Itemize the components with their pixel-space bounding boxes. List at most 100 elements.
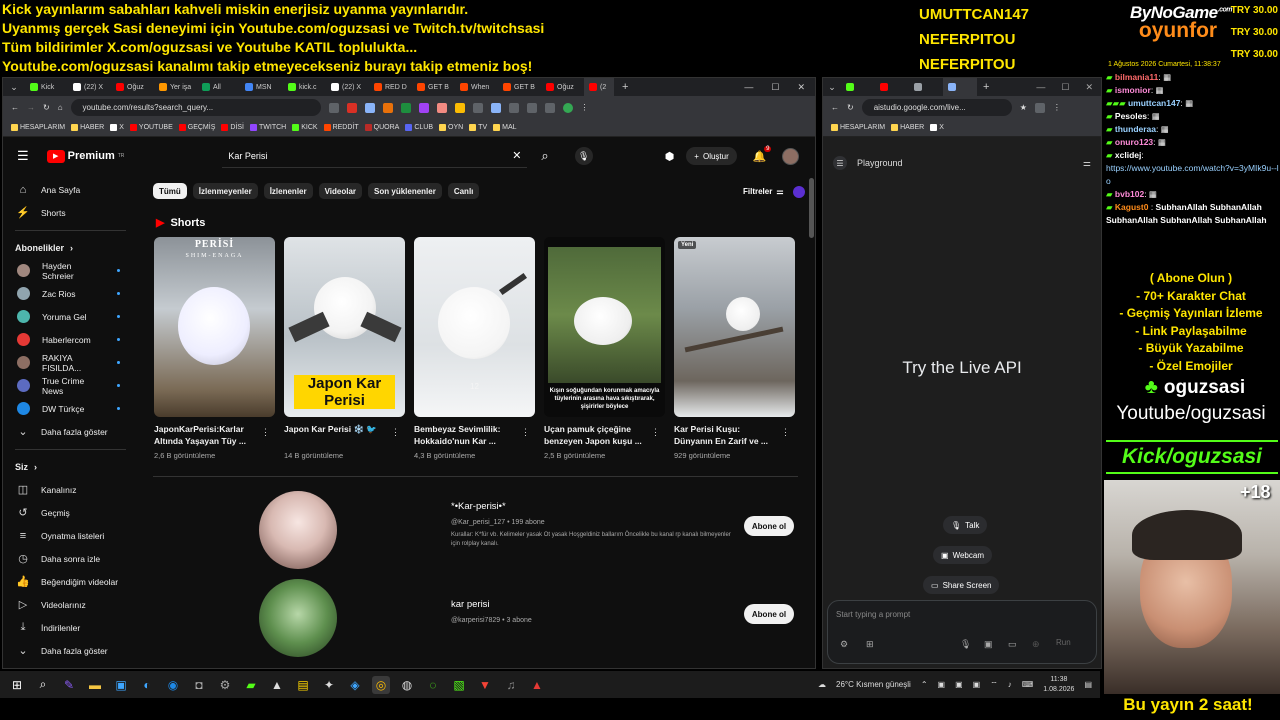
more-options-icon[interactable]: ⋮ xyxy=(521,427,530,438)
sidebar-sub-item[interactable]: RAKIYA FISILDA... xyxy=(3,351,138,374)
channel-result[interactable]: kar perisi @karperisi7829 • 3 abone Abon… xyxy=(153,579,798,667)
extension-icon[interactable] xyxy=(400,102,411,113)
channel-name[interactable]: kar perisi xyxy=(451,599,490,610)
channel-avatar[interactable] xyxy=(259,579,337,657)
vpn-app-icon[interactable]: ◈ xyxy=(346,676,364,694)
windows-start-icon[interactable]: ⊞ xyxy=(8,676,26,694)
browser-tab[interactable]: Kick xyxy=(25,78,68,96)
reload-icon[interactable]: ↻ xyxy=(847,103,854,112)
assistant-icon[interactable] xyxy=(793,186,805,198)
channel-name[interactable]: *•Kar-perisi•* xyxy=(451,501,506,512)
maximize-icon[interactable]: ☐ xyxy=(1061,82,1069,93)
profile-avatar-icon[interactable] xyxy=(562,102,573,113)
camera-app-icon[interactable]: ◘ xyxy=(190,676,208,694)
browser-tab[interactable]: All xyxy=(197,78,240,96)
chip-unwatched[interactable]: İzlenmeyenler xyxy=(192,183,258,199)
more-options-icon[interactable]: ⋮ xyxy=(781,427,790,438)
short-card[interactable]: 12 Bembeyaz Sevimlilik: Hokkaido'nun Kar… xyxy=(414,237,535,460)
sidebar-item-home[interactable]: ⌂ Ana Sayfa xyxy=(3,178,138,201)
bookmark-item[interactable]: TWITCH xyxy=(250,124,286,131)
short-title[interactable]: Japon Kar Perisi ❄️ 🐦 xyxy=(284,423,388,447)
prompt-box[interactable]: Start typing a prompt ⚙ ⊞ 🎙 ▣ ▭ ⊕ Run xyxy=(827,600,1097,664)
extension-icon[interactable] xyxy=(490,102,501,113)
browser-tab[interactable]: kick.c xyxy=(283,78,326,96)
cast-icon[interactable]: ⬢ xyxy=(665,150,675,163)
short-card[interactable]: Yeni Kar Perisi Kuşu: Dünyanın En Zarif … xyxy=(674,237,795,460)
add-icon[interactable]: ⊕ xyxy=(1032,639,1040,650)
subscribe-button[interactable]: Abone ol xyxy=(744,516,794,536)
short-title[interactable]: Kar Perisi Kuşu: Dünyanın En Zarif ve ..… xyxy=(674,423,778,447)
bookmark-item[interactable]: KICK xyxy=(292,124,318,131)
obs-icon[interactable]: ◍ xyxy=(398,676,416,694)
search-icon[interactable]: ⌕ xyxy=(34,676,52,694)
new-tab-icon[interactable]: + xyxy=(622,81,628,93)
browser-tab[interactable]: Oğuz xyxy=(111,78,154,96)
extension-icon[interactable] xyxy=(346,102,357,113)
file-explorer-icon[interactable]: ▬ xyxy=(86,676,104,694)
subscriptions-heading[interactable]: Abonelikler › xyxy=(3,237,138,259)
tools-icon[interactable]: ⚙ xyxy=(840,639,848,650)
minimize-icon[interactable]: — xyxy=(1036,82,1045,93)
sidebar-item-your-channel[interactable]: ◫ Kanalınız xyxy=(3,478,138,501)
back-icon[interactable]: ← xyxy=(11,103,19,112)
monitor-app-icon[interactable]: ▣ xyxy=(112,676,130,694)
extension-icon[interactable] xyxy=(1034,102,1045,113)
bookmark-item[interactable]: HESAPLARIM xyxy=(11,124,65,131)
notifications-icon[interactable]: 🔔 9 xyxy=(753,145,772,163)
run-button[interactable]: Run xyxy=(1056,638,1071,647)
browser-tab[interactable]: Oğuz xyxy=(541,78,584,96)
tray-icon[interactable]: ▣ xyxy=(955,680,963,689)
back-icon[interactable]: ← xyxy=(831,103,839,112)
extension-icon[interactable] xyxy=(364,102,375,113)
edge-icon[interactable]: ◐ xyxy=(138,676,156,694)
bookmark-item[interactable]: HABER xyxy=(891,124,924,131)
browser-tab[interactable]: MSN xyxy=(240,78,283,96)
brave-icon[interactable]: ▼ xyxy=(476,676,494,694)
create-button[interactable]: + Oluştur xyxy=(686,147,737,165)
bookmark-item[interactable]: X xyxy=(110,124,124,131)
pen-app-icon[interactable]: ✎ xyxy=(60,676,78,694)
url-field[interactable]: aistudio.google.com/live... xyxy=(861,99,1012,116)
language-icon[interactable]: ⌨ xyxy=(1022,680,1034,689)
sidebar-item-downloads[interactable]: ⤓ İndirilenler xyxy=(3,616,138,639)
clear-search-icon[interactable]: ✕ xyxy=(512,149,521,162)
menu-icon[interactable]: ⋮ xyxy=(581,103,589,112)
bookmark-item[interactable]: TV xyxy=(469,124,487,131)
sidebar-item-shorts[interactable]: ⚡ Shorts xyxy=(3,201,138,224)
browser-tab[interactable]: GET B xyxy=(412,78,455,96)
kick-app-icon[interactable]: ▰ xyxy=(242,676,260,694)
sidebar-sub-item[interactable]: Haberlercom xyxy=(3,328,138,351)
more-options-icon[interactable]: ⋮ xyxy=(261,427,270,438)
scrollbar-thumb[interactable] xyxy=(809,178,814,238)
show-more-you[interactable]: ⌄ Daha fazla göster xyxy=(3,639,138,662)
grid-icon[interactable]: ⊞ xyxy=(866,639,874,650)
short-title[interactable]: JaponKarPerisi:Karlar Altında Yaşayan Tü… xyxy=(154,423,258,447)
browser-icon[interactable]: ◉ xyxy=(164,676,182,694)
hamburger-menu-icon[interactable]: ☰ xyxy=(17,148,29,164)
more-options-icon[interactable]: ⋮ xyxy=(651,427,660,438)
bookmark-item[interactable]: DİSİ xyxy=(221,124,244,131)
browser-tab[interactable]: (22) X xyxy=(326,78,369,96)
close-window-icon[interactable]: ✕ xyxy=(797,82,805,93)
subscribe-button[interactable]: Abone ol xyxy=(744,604,794,624)
sidebar-item-your-videos[interactable]: ▷ Videolarınız xyxy=(3,593,138,616)
sidebar-item-liked[interactable]: 👍 Beğendiğim videolar xyxy=(3,570,138,593)
sidebar-sub-item[interactable]: Yoruma Gel xyxy=(3,305,138,328)
chip-recent[interactable]: Son yüklenenler xyxy=(368,183,442,199)
short-card[interactable]: Kışın soğuğundan korunmak amacıyla tüyle… xyxy=(544,237,665,460)
bookmark-item[interactable]: X xyxy=(930,124,944,131)
short-thumbnail[interactable]: 12 xyxy=(414,237,535,417)
browser-tab[interactable]: GET B xyxy=(498,78,541,96)
spotify-icon[interactable]: ◌ xyxy=(424,676,442,694)
search-icon[interactable]: ⌕ xyxy=(541,148,548,164)
account-avatar[interactable] xyxy=(782,147,800,165)
weather-text[interactable]: 26°C Kısmen güneşli xyxy=(836,680,911,689)
you-heading[interactable]: Siz › xyxy=(3,456,138,478)
browser-tab[interactable]: (22) X xyxy=(68,78,111,96)
short-thumbnail[interactable]: PERİSİ SHIM-ENAGA xyxy=(154,237,275,417)
tab-list-icon[interactable]: ⌄ xyxy=(3,82,25,93)
sidebar-sub-item[interactable]: Zac Rios xyxy=(3,282,138,305)
clock[interactable]: 11:38 1.08.2026 xyxy=(1043,675,1074,695)
extension-icon[interactable] xyxy=(508,102,519,113)
sidebar-item-history[interactable]: ↺ Geçmiş xyxy=(3,501,138,524)
